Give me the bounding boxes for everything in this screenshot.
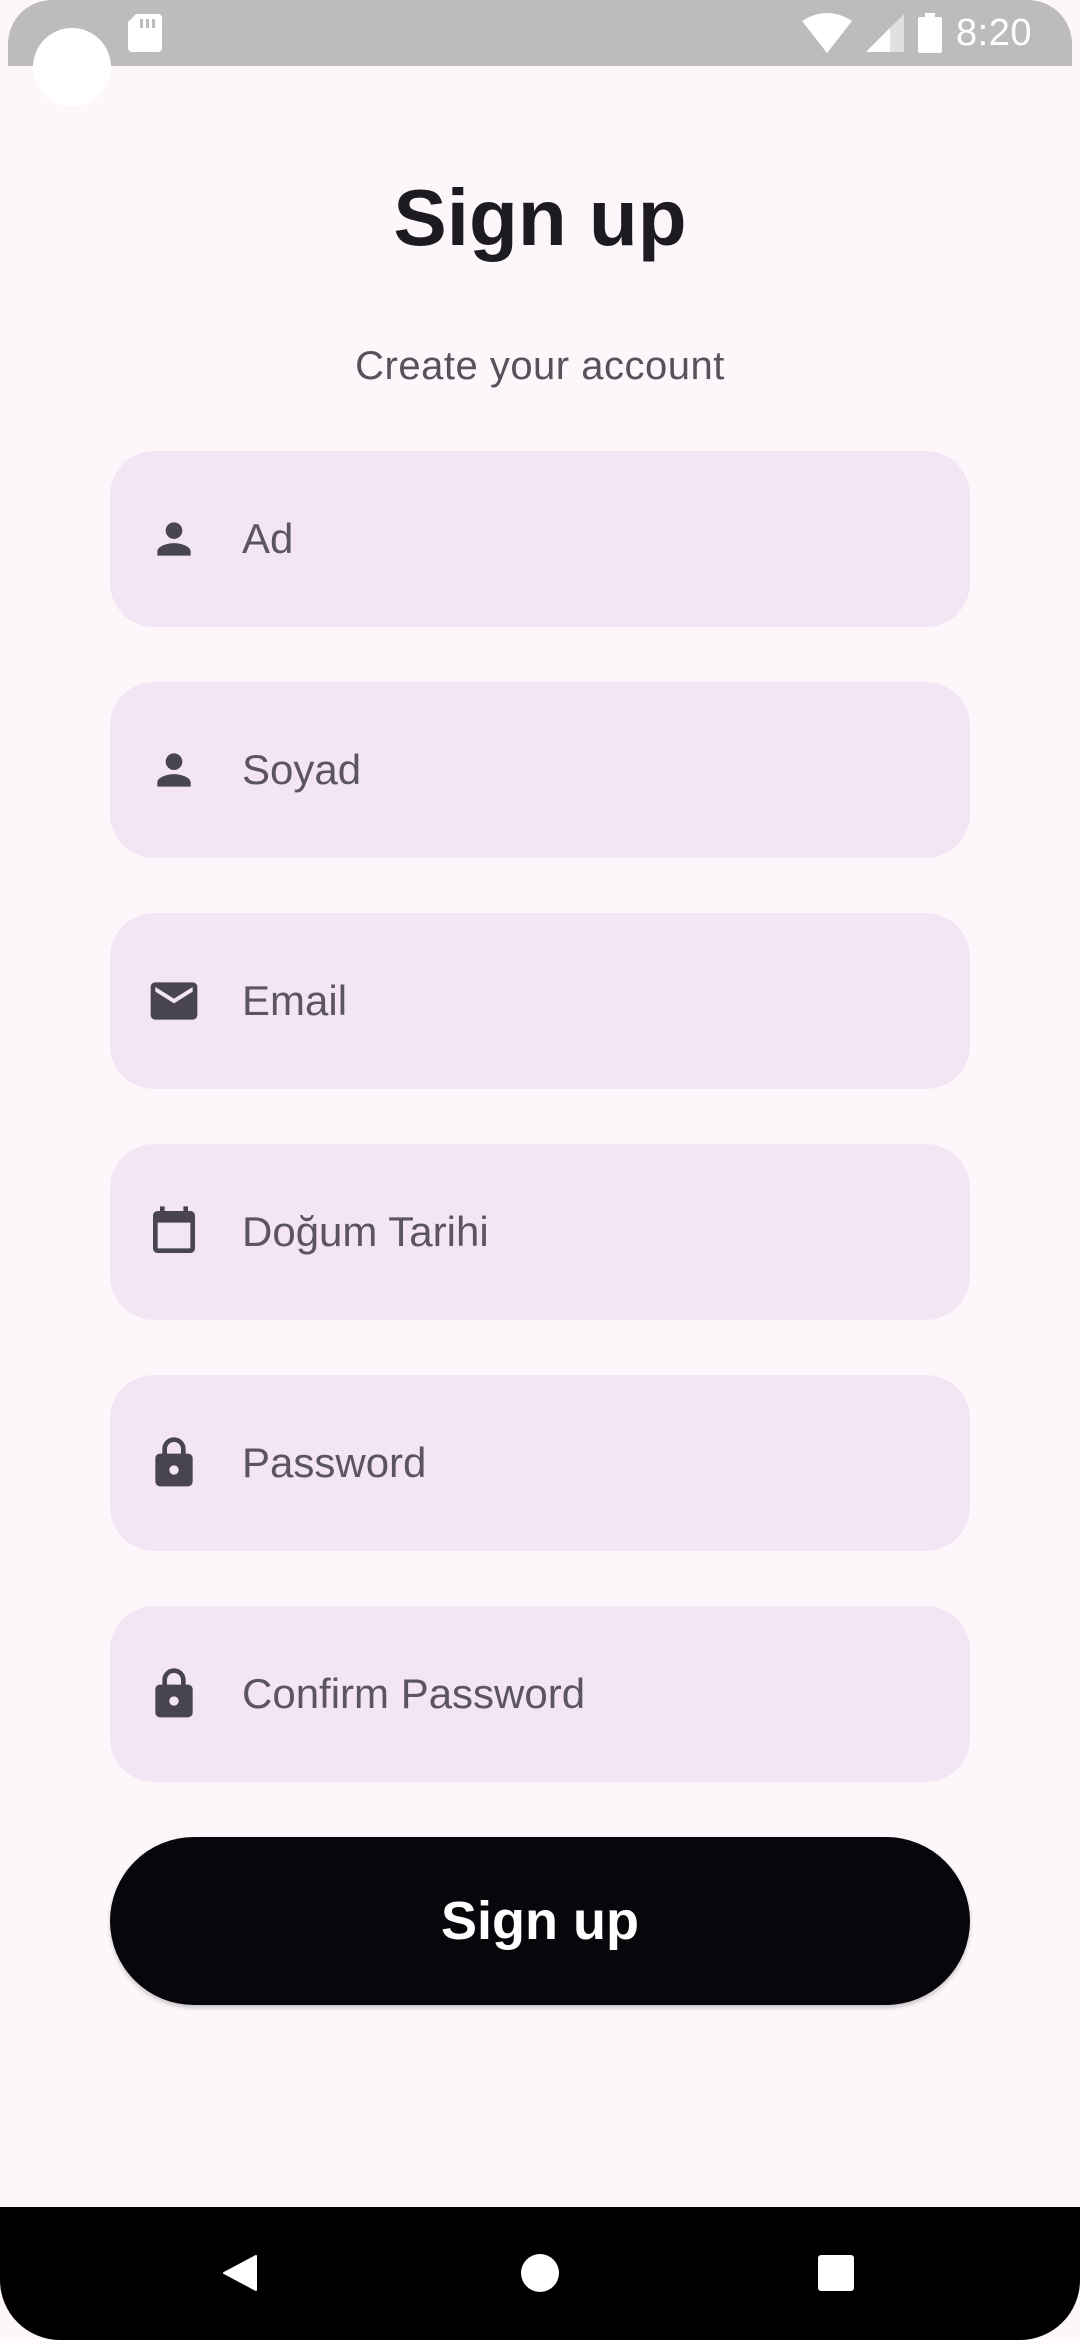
navigation-bar [0,2207,1080,2340]
back-button[interactable] [204,2237,276,2309]
camera-cutout [33,28,111,106]
birth-date-input[interactable] [240,1207,924,1257]
birth-date-field[interactable] [110,1144,970,1320]
status-time: 8:20 [956,11,1032,54]
battery-icon [918,13,943,53]
status-icons: 8:20 [802,10,1032,56]
last-name-field[interactable] [110,682,970,858]
person-icon [146,742,202,798]
back-icon [223,2255,257,2291]
email-field[interactable] [110,913,970,1089]
wifi-icon [802,13,853,53]
lock-icon [146,1435,202,1491]
confirm-password-input[interactable] [240,1669,924,1719]
email-icon [146,973,202,1029]
first-name-field[interactable] [110,451,970,627]
recents-button[interactable] [800,2237,872,2309]
recents-icon [818,2255,854,2291]
password-field[interactable] [110,1375,970,1551]
calendar-icon [146,1204,202,1260]
signup-screen: 8:20 Sign up Create your account Ad Soya… [0,0,1080,2340]
person-icon [146,511,202,567]
sd-card-icon [128,14,162,52]
home-icon [521,2254,559,2292]
last-name-input[interactable] [240,745,924,795]
home-button[interactable] [504,2237,576,2309]
email-input[interactable] [240,976,924,1026]
first-name-input[interactable] [240,514,924,564]
page-title: Sign up [393,173,687,262]
lock-icon [146,1666,202,1722]
cellular-icon [866,14,905,52]
confirm-password-field[interactable] [110,1606,970,1782]
signup-button[interactable]: Sign up [110,1837,970,2005]
password-input[interactable] [240,1438,924,1488]
status-bar: 8:20 [8,0,1072,66]
page-subtitle: Create your account [355,344,725,388]
